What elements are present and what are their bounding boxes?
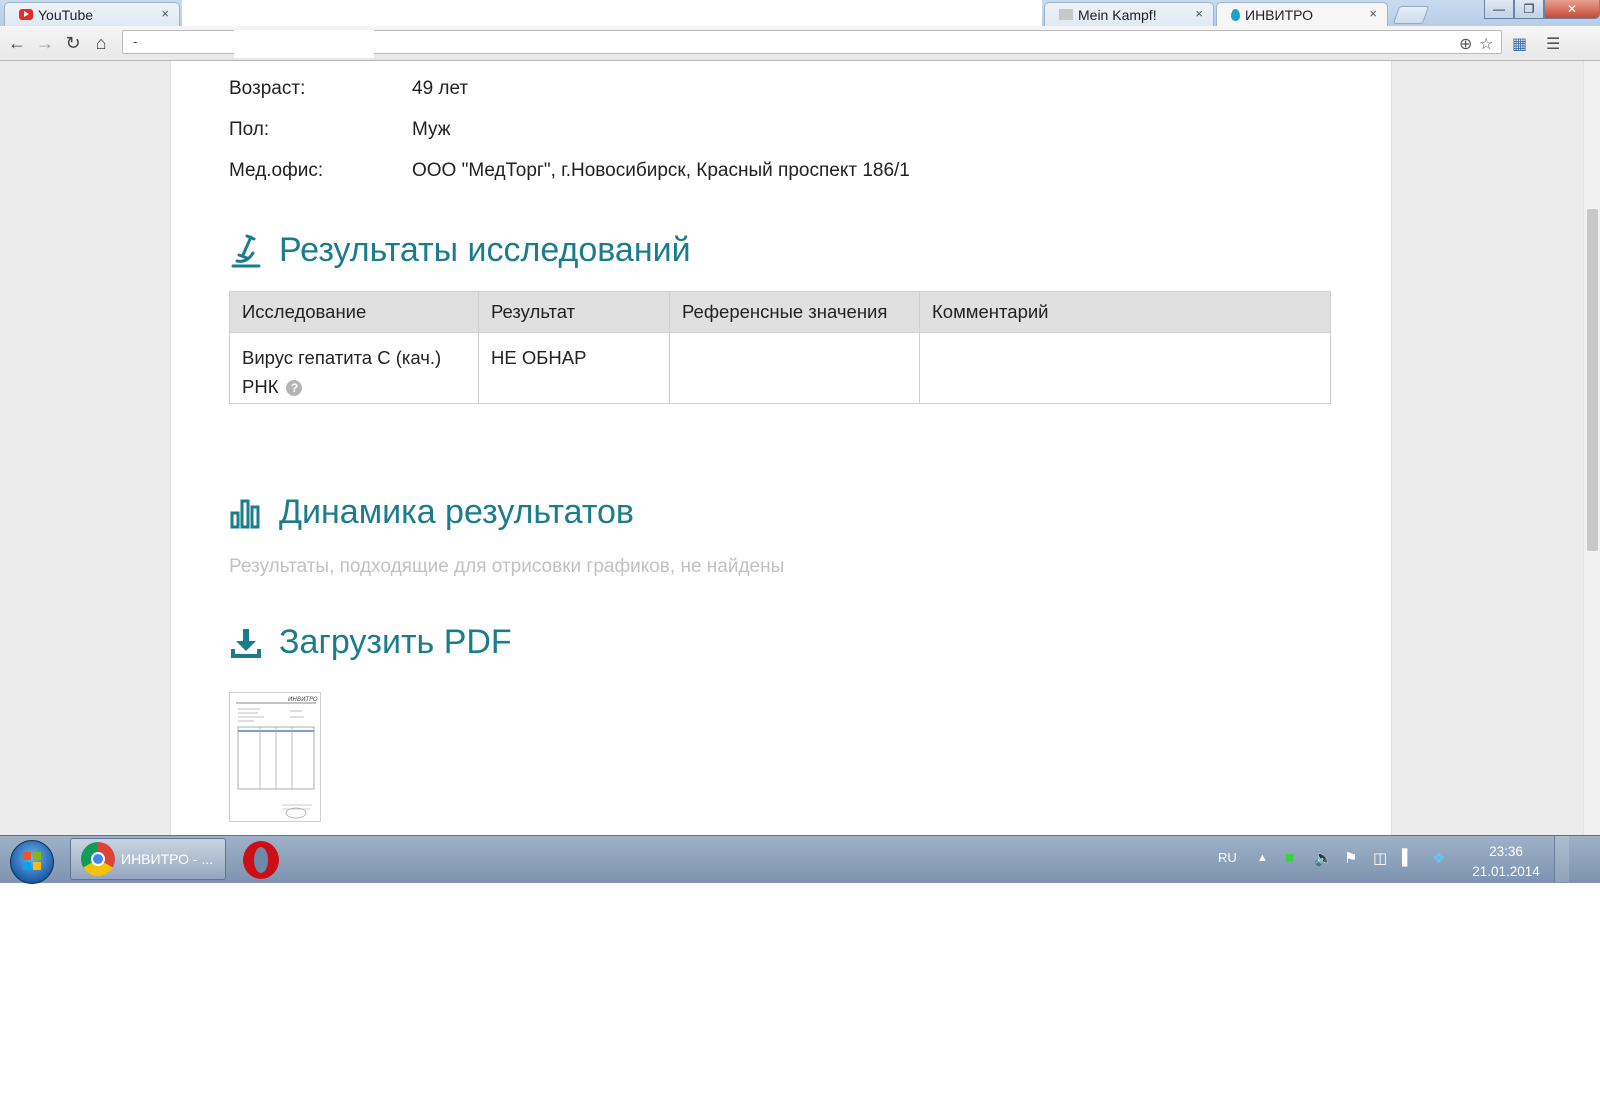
office-value: ООО "МедТорг", г.Новосибирск, Красный пр… (412, 160, 910, 181)
results-table: Исследование Результат Референсные значе… (229, 291, 1331, 404)
forward-button[interactable]: → (34, 32, 56, 54)
test-name: Вирус гепатита С (кач.) РНК (242, 347, 442, 397)
tab-youtube[interactable]: YouTube × (4, 2, 180, 26)
restore-button[interactable]: ❐ (1514, 0, 1544, 19)
address-text: - (133, 34, 138, 49)
sex-label: Пол: (229, 119, 270, 140)
language-indicator[interactable]: RU (1218, 850, 1237, 865)
back-button[interactable]: ← (6, 32, 28, 54)
close-window-button[interactable]: ✕ (1544, 0, 1600, 19)
table-header-row: Исследование Результат Референсные значе… (229, 291, 1331, 333)
column-header-comment: Комментарий (919, 291, 1331, 333)
clock-time: 23:36 (1489, 844, 1523, 859)
page-viewport: Возраст: 49 лет Пол: Муж Мед.офис: ООО "… (0, 61, 1583, 835)
no-charts-message: Результаты, подходящие для отрисовки гра… (229, 556, 785, 577)
cell-test: Вирус гепатита С (кач.) РНК? (229, 332, 479, 404)
new-tab-button[interactable] (1392, 6, 1430, 24)
bookmark-star-icon[interactable]: ☆ (1479, 34, 1493, 56)
start-button[interactable] (10, 840, 54, 884)
dynamics-title-text: Динамика результатов (279, 493, 634, 531)
column-header-test: Исследование (229, 291, 479, 333)
pdf-brand-text: ИНВИТРО (288, 696, 318, 703)
clock-date: 21.01.2014 (1472, 864, 1540, 879)
tab-label: YouTube (38, 6, 94, 23)
site-favicon-icon (1059, 9, 1073, 20)
sync-tray-icon[interactable]: ■ (1285, 849, 1294, 866)
back-arrow-icon: ← (8, 33, 26, 53)
minimize-button[interactable]: — (1484, 0, 1514, 19)
dynamics-section-title: Динамика результатов (229, 493, 634, 532)
extension-icon[interactable]: ▦ (1512, 34, 1527, 54)
power-plug-icon[interactable]: ◫ (1373, 849, 1387, 867)
show-hidden-icons-icon[interactable]: ▲ (1257, 852, 1268, 864)
pdf-preview-image: ИНВИТРО (236, 696, 318, 819)
pdf-thumbnail[interactable]: ИНВИТРО (229, 692, 321, 822)
minimize-icon: — (1493, 2, 1505, 16)
youtube-icon (19, 9, 33, 20)
close-icon[interactable]: × (1369, 6, 1377, 21)
help-icon[interactable]: ? (286, 380, 303, 396)
page-content: Возраст: 49 лет Пол: Муж Мед.офис: ООО "… (170, 61, 1392, 835)
cell-reference (669, 332, 920, 404)
close-icon: ✕ (1566, 2, 1578, 16)
menu-icon[interactable]: ☰ (1546, 34, 1560, 54)
action-center-flag-icon[interactable]: ⚑ (1344, 849, 1357, 867)
window-controls: — ❐ ✕ (1484, 0, 1600, 20)
scrollbar-thumb[interactable] (1587, 209, 1598, 551)
redacted-url (234, 30, 374, 58)
home-icon: ⌂ (95, 33, 107, 53)
dropbox-icon[interactable]: ❖ (1432, 849, 1445, 867)
table-row: Вирус гепатита С (кач.) РНК? НЕ ОБНАР (229, 332, 1331, 404)
download-icon (229, 625, 263, 661)
redacted-area (182, 0, 1042, 26)
show-desktop-button[interactable] (1554, 836, 1569, 882)
pdf-title-text[interactable]: Загрузить PDF (279, 623, 512, 662)
bar-chart-icon (229, 495, 263, 531)
cell-result: НЕ ОБНАР (478, 332, 670, 404)
taskbar-item-chrome[interactable]: ИНВИТРО - ... (70, 838, 226, 880)
network-signal-icon[interactable]: ▌ (1402, 849, 1413, 866)
reload-icon: ↻ (65, 33, 81, 53)
close-icon[interactable]: × (161, 6, 169, 21)
windows-taskbar: ИНВИТРО - ... RU ▲ ■ 🔈 ⚑ ◫ ▌ ❖ 23:36 21.… (0, 835, 1600, 884)
zoom-icon[interactable]: ⊕ (1459, 34, 1472, 56)
invitro-drop-icon (1231, 8, 1240, 21)
age-value: 49 лет (412, 78, 469, 99)
office-label: Мед.офис: (229, 160, 324, 181)
results-section-title: Результаты исследований (229, 231, 691, 270)
column-header-result: Результат (478, 291, 670, 333)
home-button[interactable]: ⌂ (90, 32, 112, 54)
restore-icon: ❐ (1523, 2, 1535, 16)
tab-mein-kampf[interactable]: Mein Kampf! × (1044, 2, 1214, 26)
tab-invitro[interactable]: ИНВИТРО × (1216, 2, 1388, 26)
results-title-text: Результаты исследований (279, 231, 691, 269)
column-header-reference: Референсные значения (669, 291, 920, 333)
chrome-icon (81, 842, 115, 876)
taskbar-item-label: ИНВИТРО - ... (121, 851, 214, 867)
forward-arrow-icon: → (36, 33, 54, 53)
vertical-scrollbar[interactable] (1583, 61, 1600, 835)
sex-value: Муж (412, 119, 451, 140)
close-icon[interactable]: × (1195, 6, 1203, 21)
tab-label: Mein Kampf! (1078, 6, 1157, 23)
cell-comment (919, 332, 1331, 404)
system-clock[interactable]: 23:36 21.01.2014 (1466, 842, 1546, 882)
opera-icon[interactable] (243, 841, 279, 879)
pdf-section-title: Загрузить PDF (229, 623, 512, 662)
volume-icon[interactable]: 🔈 (1314, 849, 1333, 867)
microscope-icon (229, 233, 263, 269)
age-label: Возраст: (229, 78, 306, 99)
tab-label: ИНВИТРО (1245, 6, 1314, 23)
reload-button[interactable]: ↻ (62, 32, 84, 54)
